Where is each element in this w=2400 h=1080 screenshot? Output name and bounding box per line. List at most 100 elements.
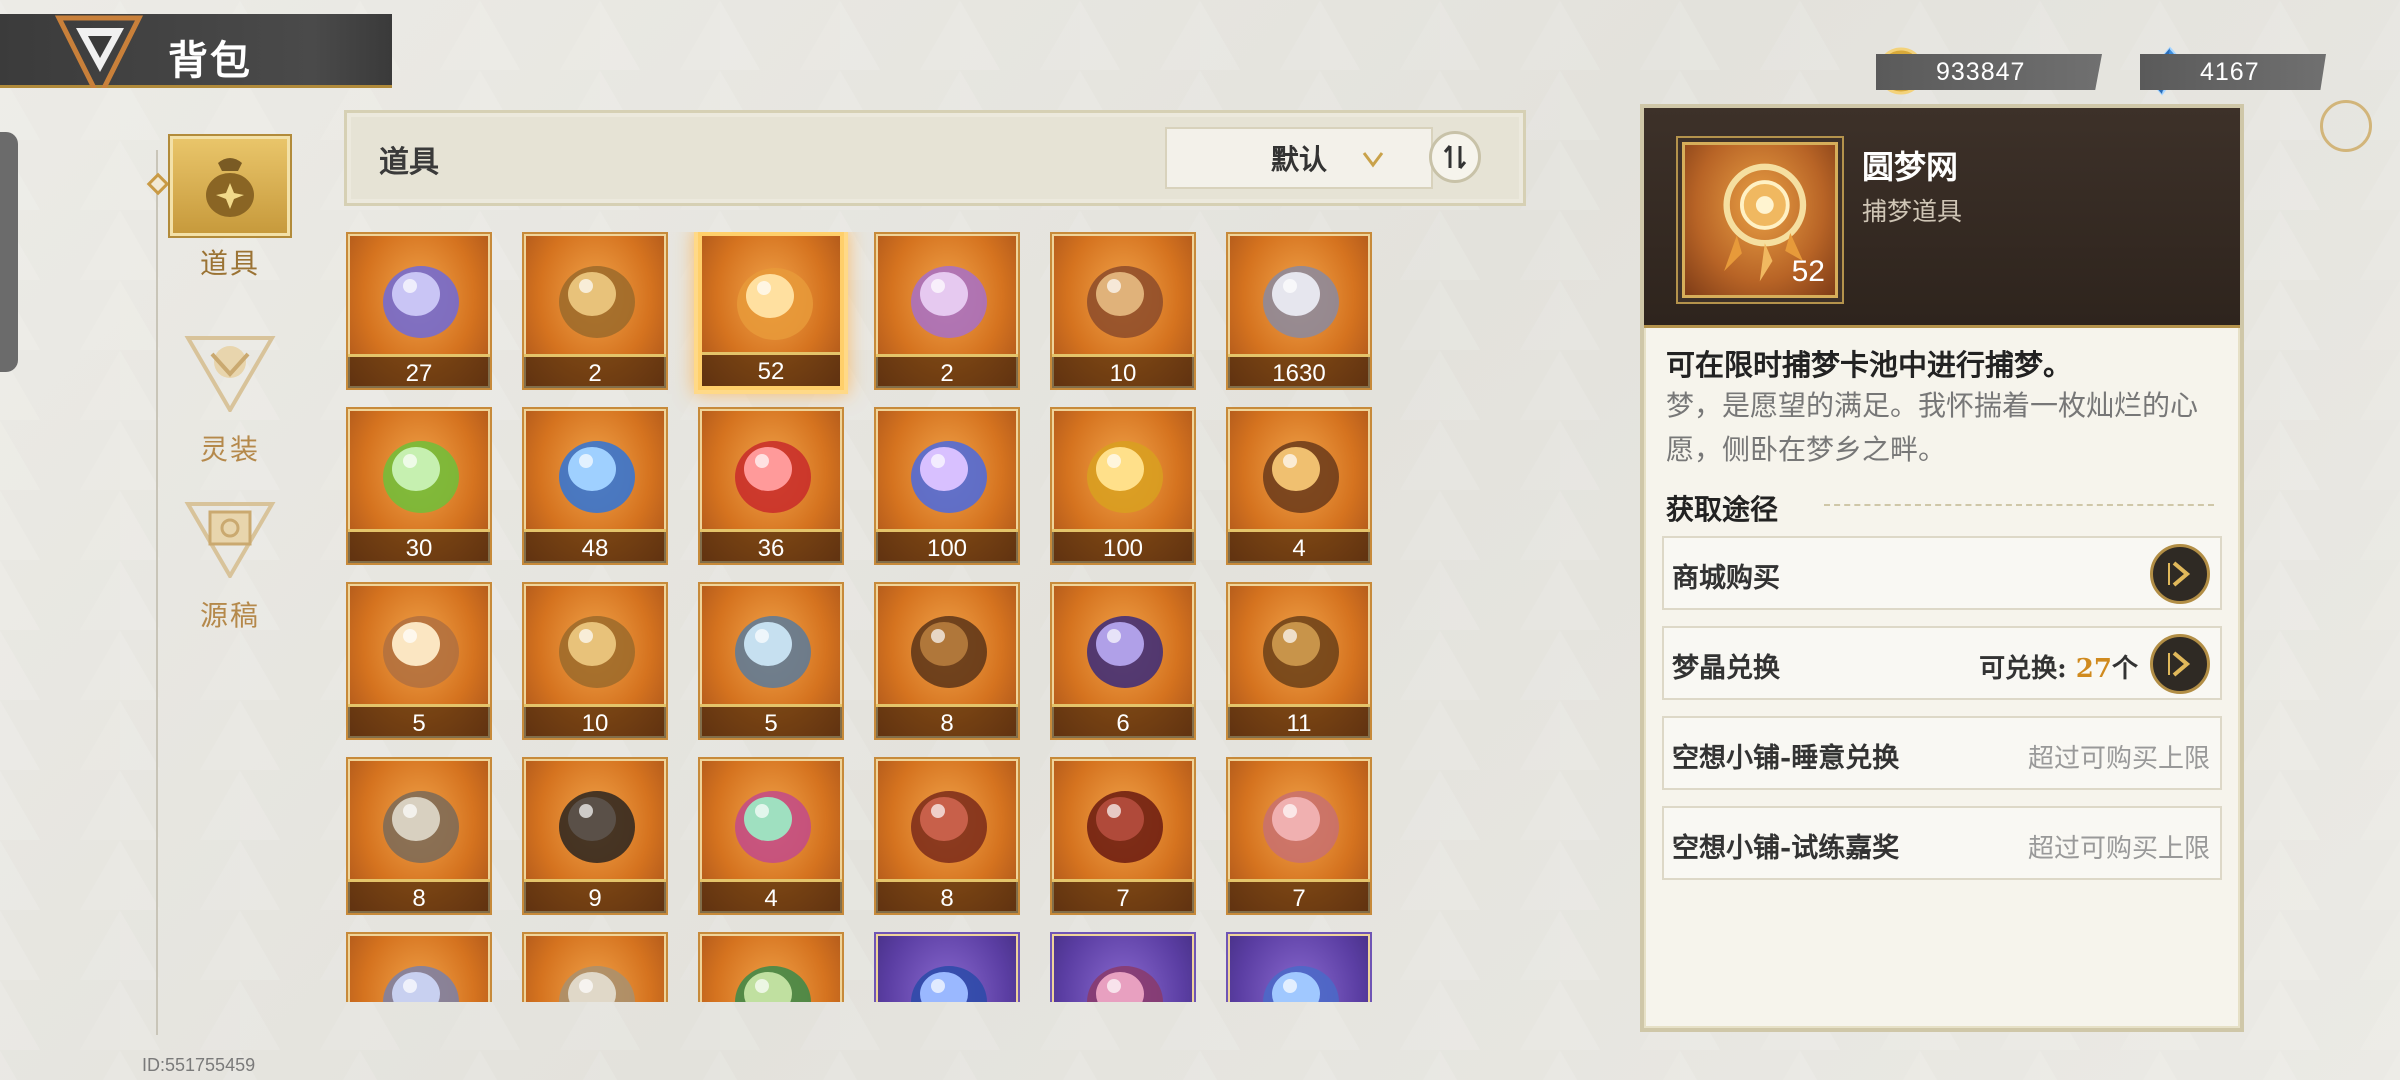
item-slot[interactable]: 10 (1050, 232, 1196, 390)
item-count: 8 (876, 704, 1018, 738)
item-slot[interactable]: 5 (698, 582, 844, 740)
item-grid: 27 2 52 2 10 1630 30 48 36 100 100 4 5 10 5 8 6 11 8 9 4 8 7 7 (346, 232, 1386, 1002)
item-slot[interactable]: 11 (1226, 582, 1372, 740)
ornate-frame-icon (1263, 441, 1339, 513)
partial-item-5-icon (1087, 966, 1163, 1002)
detail-flavor-text: 梦，是愿望的满足。我怀揣着一枚灿烂的心愿，侧卧在梦乡之畔。 (1666, 389, 2199, 466)
nav-tab-equipment[interactable]: 灵装 (170, 322, 290, 468)
item-count: 11 (1228, 704, 1370, 738)
item-slot[interactable]: 7 (1050, 757, 1196, 915)
nav-tab-manuscript[interactable]: 源稿 (170, 488, 290, 634)
backpack-emblem-icon (54, 15, 144, 88)
blue-star-crystal-icon (559, 441, 635, 513)
item-slot[interactable] (522, 932, 668, 1002)
item-count: 10 (1052, 354, 1194, 388)
item-count: 2 (524, 354, 666, 388)
detail-header: 52 圆梦网 捕梦道具 (1644, 108, 2240, 328)
side-drawer-handle[interactable] (0, 132, 18, 372)
nav-label-manuscript: 源稿 (199, 599, 260, 632)
acquire-row-trial-reward[interactable]: 空想小铺-试练嘉奖 超过可购买上限 (1662, 806, 2222, 880)
item-count: 52 (702, 352, 840, 386)
crystal-currency[interactable]: 4167 (2140, 46, 2326, 96)
gold-amount: 933847 (1876, 54, 2102, 90)
exchange-available: 可兑换: 27个 (1979, 654, 2138, 684)
go-button[interactable] (2150, 544, 2210, 604)
item-count: 8 (348, 879, 490, 913)
acquire-row-sleep-exchange[interactable]: 空想小铺-睡意兑换 超过可购买上限 (1662, 716, 2222, 790)
nav-tab-items[interactable]: 道具 (170, 136, 290, 282)
item-slot[interactable]: 36 (698, 407, 844, 565)
item-count: 4 (1228, 529, 1370, 563)
item-slot[interactable]: 6 (1050, 582, 1196, 740)
page-title: 背包 (168, 37, 252, 84)
item-slot[interactable]: 48 (522, 407, 668, 565)
item-detail-panel: 52 圆梦网 捕梦道具 可在限时捕梦卡池中进行捕梦。 梦，是愿望的满足。我怀揣着… (1640, 104, 2244, 1032)
partial-item-1-icon (383, 966, 459, 1002)
gold-star-crystal-icon (1087, 441, 1163, 513)
galaxy-orb-candle-icon (1087, 616, 1163, 688)
item-count: 7 (1052, 879, 1194, 913)
decorative-circle (2320, 100, 2372, 152)
melted-candle-tree-icon (911, 616, 987, 688)
red-star-crystal-icon (735, 441, 811, 513)
go-button[interactable] (2150, 634, 2210, 694)
gold-trophy-figure-icon (559, 616, 635, 688)
partial-item-4-icon (911, 966, 987, 1002)
item-slot[interactable]: 1630 (1226, 232, 1372, 390)
item-slot[interactable]: 4 (1226, 407, 1372, 565)
item-slot[interactable]: 8 (874, 757, 1020, 915)
item-slot[interactable]: 30 (346, 407, 492, 565)
partial-item-2-icon (559, 966, 635, 1002)
bag-icon (170, 136, 290, 236)
item-slot[interactable]: 8 (346, 757, 492, 915)
spinning-top-icon (1263, 266, 1339, 338)
item-count: 9 (524, 879, 666, 913)
item-slot[interactable]: 100 (874, 407, 1020, 565)
harlequin-crown-icon (735, 791, 811, 863)
acquire-status: 超过可购买上限 (2027, 834, 2210, 864)
user-id: ID:551755459 (142, 1055, 256, 1075)
pop-up-book-icon (383, 616, 459, 688)
item-slot[interactable] (1050, 932, 1196, 1002)
acquire-label: 梦晶兑换 (1672, 653, 1780, 684)
item-slot[interactable] (346, 932, 492, 1002)
sort-dropdown[interactable]: 默认 (1165, 127, 1433, 189)
item-slot[interactable] (1226, 932, 1372, 1002)
item-slot[interactable]: 100 (1050, 407, 1196, 565)
item-slot[interactable] (698, 932, 844, 1002)
mask-tickets-icon (911, 266, 987, 338)
item-slot[interactable]: 27 (346, 232, 492, 390)
partial-item-6-icon (1263, 966, 1339, 1002)
acquire-row-exchange[interactable]: 梦晶兑换 可兑换: 27个 (1662, 626, 2222, 700)
acquire-label: 商城购买 (1672, 563, 1780, 594)
sort-label: 默认 (1270, 143, 1327, 176)
item-slot[interactable]: 5 (346, 582, 492, 740)
item-count: 6 (1052, 704, 1194, 738)
item-slot[interactable]: 7 (1226, 757, 1372, 915)
nav-label-equipment: 灵装 (199, 433, 260, 466)
item-slot[interactable]: 52 (698, 232, 844, 390)
gold-currency[interactable]: 933847 (1876, 47, 2102, 95)
feather-quill-icon (383, 441, 459, 513)
chevron-right-icon (2168, 561, 2191, 587)
item-slot[interactable]: 2 (874, 232, 1020, 390)
acquire-title: 获取途径 (1666, 493, 1779, 526)
nav-label-items: 道具 (199, 247, 260, 280)
item-count: 100 (1052, 529, 1194, 563)
acquire-label: 空想小铺-试练嘉奖 (1672, 833, 1900, 864)
item-slot[interactable]: 8 (874, 582, 1020, 740)
exchange-count: 27 (2075, 654, 2112, 684)
item-count: 1630 (1228, 354, 1370, 388)
item-slot[interactable]: 9 (522, 757, 668, 915)
acquire-row-shop[interactable]: 商城购买 (1662, 536, 2222, 610)
partial-item-3-icon (735, 966, 811, 1002)
item-count: 8 (876, 879, 1018, 913)
item-slot[interactable]: 4 (698, 757, 844, 915)
category-title: 道具 (379, 145, 439, 180)
item-slot[interactable]: 2 (522, 232, 668, 390)
sort-order-button[interactable] (1429, 131, 1481, 183)
item-slot[interactable] (874, 932, 1020, 1002)
detail-description: 可在限时捕梦卡池中进行捕梦。 (1666, 348, 2073, 382)
item-slot[interactable]: 10 (522, 582, 668, 740)
item-count: 48 (524, 529, 666, 563)
